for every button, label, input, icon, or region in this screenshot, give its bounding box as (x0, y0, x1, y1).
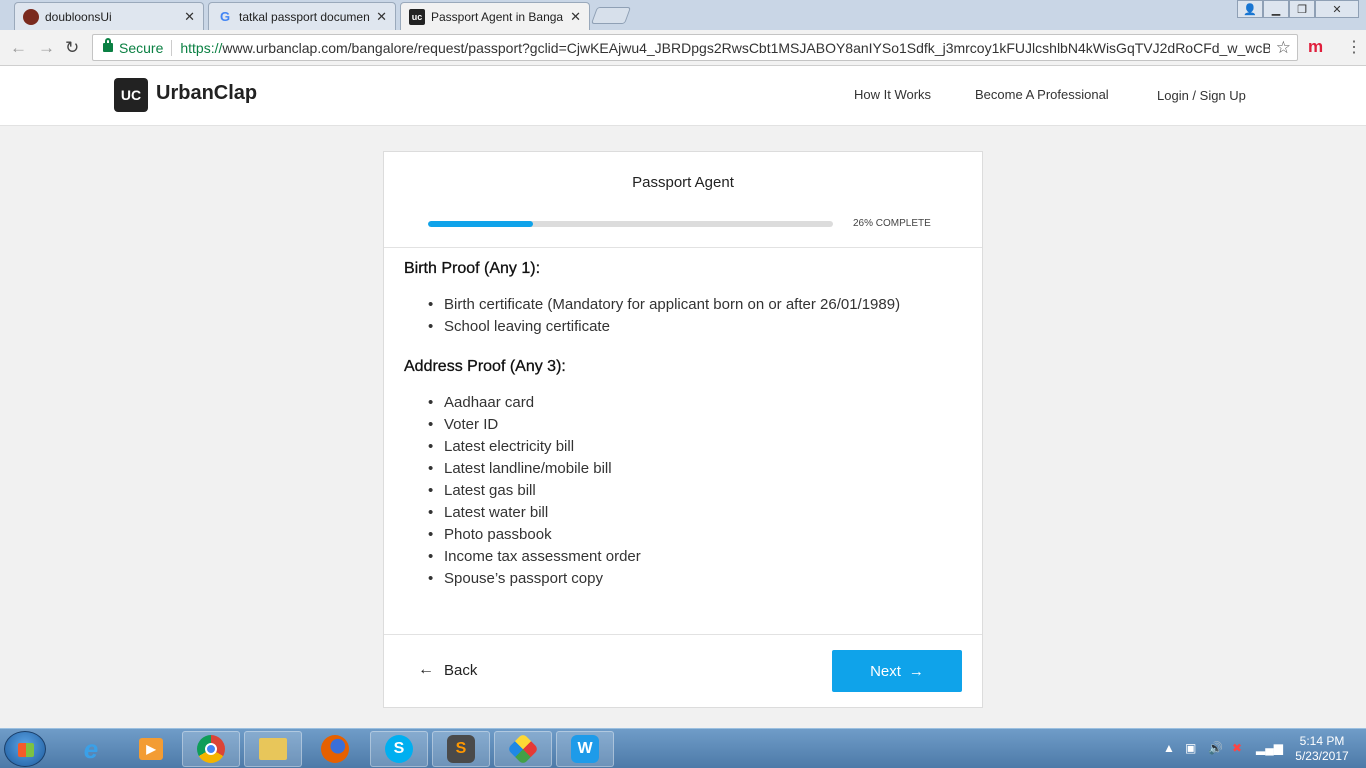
w-app-icon[interactable]: W (556, 731, 614, 767)
address-bar[interactable]: Secure https://www.urbanclap.com/bangalo… (92, 34, 1298, 61)
google-icon: G (219, 9, 231, 24)
list-item: Birth certificate (Mandatory for applica… (428, 294, 964, 316)
list-item: Latest gas bill (428, 480, 964, 502)
internet-explorer-icon[interactable]: e (62, 731, 120, 767)
media-player-icon[interactable]: ▶ (122, 731, 180, 767)
list-item: School leaving certificate (428, 316, 964, 338)
logo-text[interactable]: UrbanClap (156, 82, 257, 105)
list-item: Income tax assessment order (428, 546, 964, 568)
skype-icon[interactable]: S (370, 731, 428, 767)
restore-icon[interactable]: ❐ (1289, 0, 1315, 18)
windows-taskbar: e ▶ S S W ▲ ▣ 🔊 ✖ ▂▄▆ 5:14 PM 5/23/2017 (0, 728, 1366, 768)
arrow-left-icon: ← (418, 661, 434, 678)
browser-tabstrip: doubloonsUi ✕ G tatkal passport documen … (0, 0, 1366, 30)
list-item: Latest water bill (428, 502, 964, 524)
arrow-right-icon: → (908, 662, 924, 680)
close-icon[interactable]: ✕ (376, 9, 387, 25)
colorful-app-icon[interactable] (494, 731, 552, 767)
usb-device-icon[interactable]: ▣ (1185, 741, 1196, 755)
list-item: Voter ID (428, 414, 964, 436)
divider (171, 39, 173, 56)
tab-passport-agent[interactable]: uc Passport Agent in Banga ✕ (400, 2, 590, 30)
close-icon[interactable]: ✕ (570, 9, 581, 25)
lock-icon (103, 38, 113, 52)
back-button[interactable]: ← Back (418, 661, 477, 679)
file-explorer-icon[interactable] (244, 731, 302, 767)
list-item: Spouse’s passport copy (428, 568, 964, 590)
progress-bar (428, 221, 833, 227)
card-title: Passport Agent (632, 174, 734, 191)
firefox-icon[interactable] (306, 731, 364, 767)
url-scheme: https:// (180, 39, 223, 56)
birth-proof-list: Birth certificate (Mandatory for applica… (428, 294, 964, 338)
system-clock[interactable]: 5:14 PM 5/23/2017 (1282, 734, 1362, 764)
list-item: Latest landline/mobile bill (428, 458, 964, 480)
start-button[interactable] (4, 731, 46, 767)
tab-title: doubloonsUi (45, 9, 112, 24)
back-label: Back (444, 661, 478, 679)
menu-dots-icon[interactable]: ⋮ (1346, 37, 1362, 57)
section-heading-address-proof: Address Proof (Any 3): (404, 358, 566, 375)
address-proof-list: Aadhaar card Voter ID Latest electricity… (428, 392, 964, 590)
site-header: UC UrbanClap How It Works Become A Profe… (0, 66, 1366, 126)
forward-arrow-icon[interactable]: → (38, 38, 55, 58)
sublime-text-icon[interactable]: S (432, 731, 490, 767)
url-text[interactable]: https://www.urbanclap.com/bangalore/requ… (180, 40, 1269, 56)
tab-doubloonsui[interactable]: doubloonsUi ✕ (14, 2, 204, 30)
clock-time: 5:14 PM (1299, 734, 1345, 748)
urbanclap-favicon-icon: uc (409, 8, 425, 25)
window-controls: 👤 ▁ ❐ ✕ (1237, 0, 1359, 18)
user-profile-icon[interactable]: 👤 (1237, 0, 1263, 18)
next-button[interactable]: Next → (832, 650, 962, 692)
mustache-hat-icon (23, 8, 39, 25)
clock-date: 5/23/2017 (1295, 749, 1349, 763)
divider (384, 634, 982, 635)
back-arrow-icon[interactable]: ← (10, 38, 27, 58)
documents-content: Birth Proof (Any 1): Birth certificate (… (404, 260, 964, 610)
logo-mark[interactable]: UC (114, 78, 148, 112)
show-hidden-icons-icon[interactable]: ▲ (1163, 741, 1175, 755)
signal-bars-icon[interactable]: ▂▄▆ (1256, 741, 1283, 755)
network-warning-icon[interactable]: ✖ (1232, 741, 1242, 755)
nav-become-professional[interactable]: Become A Professional (975, 87, 1109, 102)
new-tab-button[interactable] (590, 7, 632, 24)
nav-login-signup[interactable]: Login / Sign Up (1157, 88, 1246, 103)
extension-m-icon[interactable]: m (1308, 37, 1323, 57)
list-item: Aadhaar card (428, 392, 964, 414)
window-close-icon[interactable]: ✕ (1315, 0, 1359, 18)
tab-title: Passport Agent in Banga (431, 9, 564, 24)
minimize-icon[interactable]: ▁ (1263, 0, 1289, 18)
progress-label: 26% COMPLETE (853, 218, 931, 229)
bookmark-star-icon[interactable]: ☆ (1276, 38, 1291, 58)
volume-icon[interactable]: 🔊 (1208, 741, 1223, 755)
close-icon[interactable]: ✕ (184, 9, 195, 25)
chrome-icon[interactable] (182, 731, 240, 767)
reload-icon[interactable]: ↻ (65, 38, 79, 58)
nav-how-it-works[interactable]: How It Works (854, 87, 931, 102)
divider (384, 247, 982, 248)
list-item: Photo passbook (428, 524, 964, 546)
tab-title: tatkal passport documen (239, 9, 370, 24)
progress-fill (428, 221, 534, 227)
url-path: www.urbanclap.com/bangalore/request/pass… (222, 39, 1270, 56)
next-label: Next (870, 662, 901, 680)
section-heading-birth-proof: Birth Proof (Any 1): (404, 260, 541, 277)
browser-toolbar: ← → ↻ Secure https://www.urbanclap.com/b… (0, 30, 1366, 66)
secure-label: Secure (119, 39, 164, 56)
request-card: Passport Agent 26% COMPLETE Birth Proof … (383, 151, 983, 708)
tab-tatkal-passport[interactable]: G tatkal passport documen ✕ (208, 2, 396, 30)
list-item: Latest electricity bill (428, 436, 964, 458)
